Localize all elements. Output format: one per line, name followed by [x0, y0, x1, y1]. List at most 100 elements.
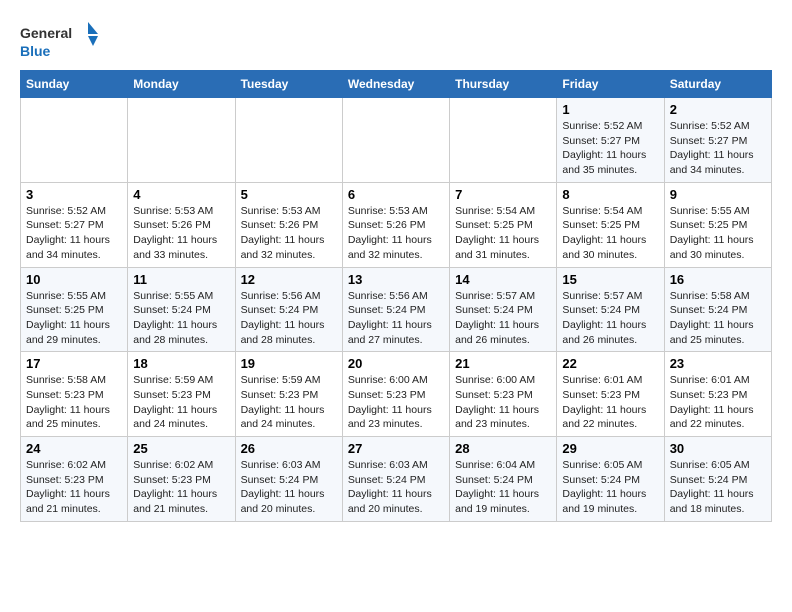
logo: General Blue: [20, 20, 100, 62]
day-info: Sunrise: 5:56 AM Sunset: 5:24 PM Dayligh…: [241, 289, 337, 348]
calendar-cell: 23Sunrise: 6:01 AM Sunset: 5:23 PM Dayli…: [664, 352, 771, 437]
day-info: Sunrise: 5:52 AM Sunset: 5:27 PM Dayligh…: [670, 119, 766, 178]
calendar-cell: 4 Sunrise: 5:53 AM Sunset: 5:26 PM Daylig…: [128, 182, 235, 267]
day-info: Sunrise: 5:57 AM Sunset: 5:24 PM Dayligh…: [455, 289, 551, 348]
day-number: 28: [455, 441, 551, 456]
day-number: 18: [133, 356, 229, 371]
calendar-cell: 14 Sunrise: 5:57 AM Sunset: 5:24 PM Dayli…: [450, 267, 557, 352]
calendar-cell: 18 Sunrise: 5:59 AM Sunset: 5:23 PM Dayli…: [128, 352, 235, 437]
calendar-cell: 13 Sunrise: 5:56 AM Sunset: 5:24 PM Dayli…: [342, 267, 449, 352]
day-info: Sunrise: 5:54 AM Sunset: 5:25 PM Dayligh…: [455, 204, 551, 263]
calendar-cell: 12 Sunrise: 5:56 AM Sunset: 5:24 PM Dayli…: [235, 267, 342, 352]
calendar-cell: 6 Sunrise: 5:53 AM Sunset: 5:26 PM Daylig…: [342, 182, 449, 267]
calendar-cell: 30 Sunrise: 6:05 AM Sunset: 5:24 PM Dayli…: [664, 437, 771, 522]
day-info: Sunrise: 5:59 AM Sunset: 5:23 PM Dayligh…: [241, 373, 337, 432]
day-info: Sunrise: 6:02 AM Sunset: 5:23 PM Dayligh…: [133, 458, 229, 517]
day-header-saturday: Saturday: [664, 71, 771, 98]
day-number: 16: [670, 272, 766, 287]
calendar-cell: 25 Sunrise: 6:02 AM Sunset: 5:23 PM Dayli…: [128, 437, 235, 522]
day-info: Sunrise: 6:00 AM Sunset: 5:23 PM Dayligh…: [455, 373, 551, 432]
logo-svg: General Blue: [20, 20, 100, 62]
calendar-week-row: 1 Sunrise: 5:52 AM Sunset: 5:27 PM Daylig…: [21, 98, 772, 183]
calendar-cell: 28 Sunrise: 6:04 AM Sunset: 5:24 PM Dayli…: [450, 437, 557, 522]
svg-text:Blue: Blue: [20, 43, 51, 59]
day-info: Sunrise: 5:57 AM Sunset: 5:24 PM Dayligh…: [562, 289, 658, 348]
day-number: 19: [241, 356, 337, 371]
day-number: 30: [670, 441, 766, 456]
calendar-cell: 19 Sunrise: 5:59 AM Sunset: 5:23 PM Dayli…: [235, 352, 342, 437]
day-info: Sunrise: 5:55 AM Sunset: 5:25 PM Dayligh…: [26, 289, 122, 348]
day-info: Sunrise: 6:02 AM Sunset: 5:23 PM Dayligh…: [26, 458, 122, 517]
day-number: 1: [562, 102, 658, 117]
day-info: Sunrise: 5:53 AM Sunset: 5:26 PM Dayligh…: [348, 204, 444, 263]
day-number: 17: [26, 356, 122, 371]
day-number: 20: [348, 356, 444, 371]
svg-text:General: General: [20, 25, 72, 41]
day-info: Sunrise: 5:58 AM Sunset: 5:24 PM Dayligh…: [670, 289, 766, 348]
calendar-week-row: 24 Sunrise: 6:02 AM Sunset: 5:23 PM Dayli…: [21, 437, 772, 522]
calendar-cell: [235, 98, 342, 183]
calendar-cell: 7 Sunrise: 5:54 AM Sunset: 5:25 PM Daylig…: [450, 182, 557, 267]
day-info: Sunrise: 6:03 AM Sunset: 5:24 PM Dayligh…: [348, 458, 444, 517]
day-info: Sunrise: 6:00 AM Sunset: 5:23 PM Dayligh…: [348, 373, 444, 432]
calendar-cell: 17 Sunrise: 5:58 AM Sunset: 5:23 PM Dayli…: [21, 352, 128, 437]
day-number: 6: [348, 187, 444, 202]
day-number: 4: [133, 187, 229, 202]
day-info: Sunrise: 5:55 AM Sunset: 5:24 PM Dayligh…: [133, 289, 229, 348]
calendar-cell: 24 Sunrise: 6:02 AM Sunset: 5:23 PM Dayli…: [21, 437, 128, 522]
calendar-cell: 3 Sunrise: 5:52 AM Sunset: 5:27 PM Daylig…: [21, 182, 128, 267]
day-info: Sunrise: 5:53 AM Sunset: 5:26 PM Dayligh…: [241, 204, 337, 263]
day-number: 8: [562, 187, 658, 202]
day-number: 3: [26, 187, 122, 202]
calendar-cell: 1Sunrise: 5:52 AM Sunset: 5:27 PM Daylig…: [557, 98, 664, 183]
day-info: Sunrise: 5:54 AM Sunset: 5:25 PM Dayligh…: [562, 204, 658, 263]
day-info: Sunrise: 6:03 AM Sunset: 5:24 PM Dayligh…: [241, 458, 337, 517]
calendar-cell: 26 Sunrise: 6:03 AM Sunset: 5:24 PM Dayli…: [235, 437, 342, 522]
calendar-cell: 5 Sunrise: 5:53 AM Sunset: 5:26 PM Daylig…: [235, 182, 342, 267]
day-info: Sunrise: 5:55 AM Sunset: 5:25 PM Dayligh…: [670, 204, 766, 263]
day-number: 25: [133, 441, 229, 456]
calendar-cell: 8 Sunrise: 5:54 AM Sunset: 5:25 PM Daylig…: [557, 182, 664, 267]
calendar-cell: 27Sunrise: 6:03 AM Sunset: 5:24 PM Dayli…: [342, 437, 449, 522]
day-header-monday: Monday: [128, 71, 235, 98]
calendar-cell: 16 Sunrise: 5:58 AM Sunset: 5:24 PM Dayli…: [664, 267, 771, 352]
day-number: 14: [455, 272, 551, 287]
day-number: 11: [133, 272, 229, 287]
day-number: 13: [348, 272, 444, 287]
day-info: Sunrise: 5:53 AM Sunset: 5:26 PM Dayligh…: [133, 204, 229, 263]
page-header: General Blue: [20, 20, 772, 62]
calendar-cell: [128, 98, 235, 183]
calendar-cell: 21 Sunrise: 6:00 AM Sunset: 5:23 PM Dayli…: [450, 352, 557, 437]
day-info: Sunrise: 5:56 AM Sunset: 5:24 PM Dayligh…: [348, 289, 444, 348]
day-number: 12: [241, 272, 337, 287]
day-number: 29: [562, 441, 658, 456]
day-info: Sunrise: 5:59 AM Sunset: 5:23 PM Dayligh…: [133, 373, 229, 432]
calendar-cell: 10Sunrise: 5:55 AM Sunset: 5:25 PM Dayli…: [21, 267, 128, 352]
day-number: 2: [670, 102, 766, 117]
day-header-wednesday: Wednesday: [342, 71, 449, 98]
day-number: 26: [241, 441, 337, 456]
calendar-cell: 29Sunrise: 6:05 AM Sunset: 5:24 PM Dayli…: [557, 437, 664, 522]
day-info: Sunrise: 6:05 AM Sunset: 5:24 PM Dayligh…: [670, 458, 766, 517]
day-number: 7: [455, 187, 551, 202]
calendar-table: SundayMondayTuesdayWednesdayThursdayFrid…: [20, 70, 772, 522]
day-number: 22: [562, 356, 658, 371]
day-header-sunday: Sunday: [21, 71, 128, 98]
calendar-cell: 22Sunrise: 6:01 AM Sunset: 5:23 PM Dayli…: [557, 352, 664, 437]
calendar-cell: 9 Sunrise: 5:55 AM Sunset: 5:25 PM Daylig…: [664, 182, 771, 267]
day-number: 9: [670, 187, 766, 202]
day-number: 15: [562, 272, 658, 287]
day-info: Sunrise: 5:58 AM Sunset: 5:23 PM Dayligh…: [26, 373, 122, 432]
day-number: 5: [241, 187, 337, 202]
calendar-cell: [450, 98, 557, 183]
day-info: Sunrise: 6:04 AM Sunset: 5:24 PM Dayligh…: [455, 458, 551, 517]
calendar-cell: 20 Sunrise: 6:00 AM Sunset: 5:23 PM Dayli…: [342, 352, 449, 437]
day-number: 24: [26, 441, 122, 456]
day-header-tuesday: Tuesday: [235, 71, 342, 98]
day-info: Sunrise: 5:52 AM Sunset: 5:27 PM Dayligh…: [26, 204, 122, 263]
calendar-cell: 2 Sunrise: 5:52 AM Sunset: 5:27 PM Daylig…: [664, 98, 771, 183]
day-header-friday: Friday: [557, 71, 664, 98]
calendar-week-row: 10Sunrise: 5:55 AM Sunset: 5:25 PM Dayli…: [21, 267, 772, 352]
day-number: 21: [455, 356, 551, 371]
day-info: Sunrise: 6:01 AM Sunset: 5:23 PM Dayligh…: [670, 373, 766, 432]
